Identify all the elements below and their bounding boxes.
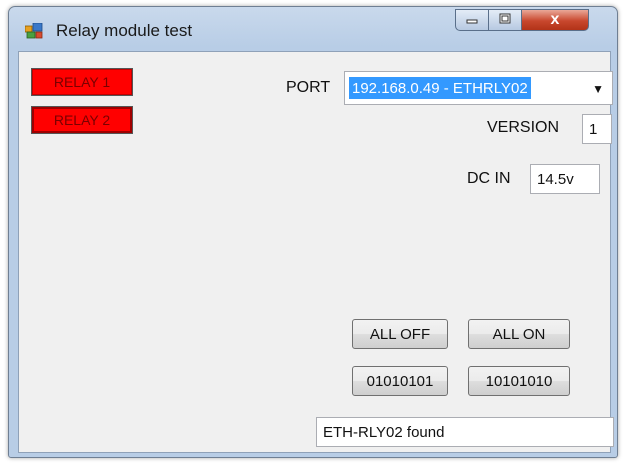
dc-in-label: DC IN bbox=[467, 170, 511, 187]
minimize-button[interactable] bbox=[455, 9, 489, 31]
title-bar[interactable]: Relay module test x bbox=[9, 7, 617, 51]
pattern-01010101-button[interactable]: 01010101 bbox=[352, 366, 448, 396]
version-field[interactable]: 1 bbox=[582, 114, 612, 144]
form-client-area: RELAY 1 RELAY 2 PORT 192.168.0.49 - ETHR… bbox=[18, 51, 614, 453]
minimize-icon bbox=[466, 13, 478, 27]
close-icon: x bbox=[550, 11, 560, 28]
port-select[interactable]: 192.168.0.49 - ETHRLY02 ▼ bbox=[344, 71, 613, 105]
dc-in-field[interactable]: 14.5v bbox=[530, 164, 600, 194]
app-window: Relay module test x RELAY 1 RELAY 2 PORT… bbox=[8, 6, 618, 458]
status-field[interactable]: ETH-RLY02 found bbox=[316, 417, 614, 447]
version-label: VERSION bbox=[487, 119, 560, 136]
port-label: PORT bbox=[286, 79, 331, 96]
pattern-10101010-button[interactable]: 10101010 bbox=[468, 366, 570, 396]
port-selected-value: 192.168.0.49 - ETHRLY02 bbox=[349, 77, 531, 99]
all-on-button[interactable]: ALL ON bbox=[468, 319, 570, 349]
maximize-icon bbox=[499, 13, 511, 27]
close-button[interactable]: x bbox=[521, 9, 589, 31]
relay-1-button[interactable]: RELAY 1 bbox=[31, 68, 133, 96]
window-title: Relay module test bbox=[56, 21, 193, 40]
chevron-down-icon[interactable]: ▼ bbox=[592, 82, 604, 96]
relay-2-button[interactable]: RELAY 2 bbox=[31, 106, 133, 134]
all-off-button[interactable]: ALL OFF bbox=[352, 319, 448, 349]
maximize-button[interactable] bbox=[488, 9, 522, 31]
app-icon bbox=[24, 22, 43, 39]
